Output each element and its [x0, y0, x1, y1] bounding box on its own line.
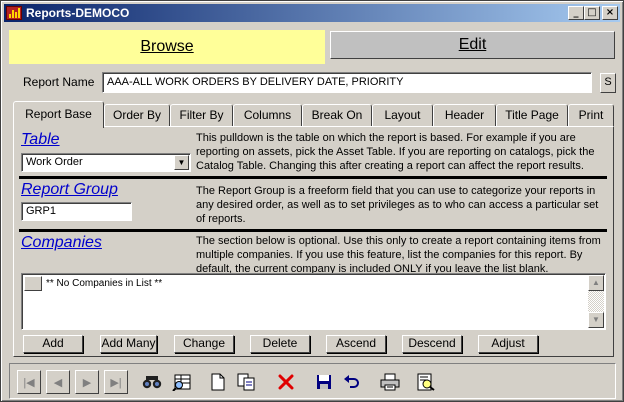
tab-filter-by[interactable]: Filter By [170, 104, 233, 127]
companies-list-scrollbar[interactable]: ▲ ▼ [588, 275, 604, 328]
find-icon[interactable] [140, 370, 164, 394]
query-icon[interactable] [170, 370, 194, 394]
first-record-icon[interactable]: |◀ [17, 370, 41, 394]
section-divider [19, 229, 607, 232]
tab-break-on[interactable]: Break On [302, 104, 372, 127]
app-icon [6, 6, 22, 20]
report-name-label: Report Name [23, 75, 95, 89]
report-group-input[interactable]: GRP1 [21, 202, 132, 221]
next-record-icon[interactable]: ▶ [75, 370, 99, 394]
tab-layout[interactable]: Layout [372, 104, 433, 127]
print-icon[interactable] [378, 370, 402, 394]
table-select[interactable]: Work Order ▼ [21, 153, 191, 172]
report-window: Reports-DEMOCO _ □ × Browse Edit Report … [0, 0, 624, 402]
save-icon[interactable] [312, 370, 336, 394]
previous-record-icon[interactable]: ◀ [46, 370, 70, 394]
table-select-value: Work Order [26, 156, 83, 168]
list-item[interactable]: ** No Companies in List ** [24, 276, 162, 291]
undo-icon[interactable] [340, 370, 364, 394]
row-selector[interactable] [24, 276, 42, 291]
new-icon[interactable] [206, 370, 230, 394]
list-item-label: ** No Companies in List ** [46, 278, 163, 289]
delete-icon[interactable] [274, 370, 298, 394]
report-name-s-button[interactable]: S [600, 73, 616, 93]
companies-description: The section below is optional. Use this … [196, 235, 601, 275]
add-many-button[interactable]: Add Many [100, 335, 157, 353]
chevron-down-icon[interactable]: ▼ [174, 155, 189, 170]
edit-mode-tab[interactable]: Edit [330, 31, 615, 59]
add-button[interactable]: Add [23, 335, 83, 353]
bottom-toolbar: |◀ ◀ ▶ ▶| [9, 363, 616, 399]
tab-header[interactable]: Header [433, 104, 496, 127]
last-record-icon[interactable]: ▶| [104, 370, 128, 394]
report-group-section-title[interactable]: Report Group [21, 181, 118, 199]
close-button[interactable]: × [602, 6, 618, 20]
descend-button[interactable]: Descend [402, 335, 462, 353]
window-title: Reports-DEMOCO [26, 6, 130, 20]
table-section-title[interactable]: Table [21, 131, 60, 149]
companies-list[interactable]: ** No Companies in List ** ▲ ▼ [21, 273, 606, 330]
delete-button[interactable]: Delete [250, 335, 310, 353]
tab-columns[interactable]: Columns [233, 104, 302, 127]
ascend-button[interactable]: Ascend [326, 335, 386, 353]
maximize-button[interactable]: □ [584, 6, 600, 20]
browse-mode-tab[interactable]: Browse [9, 30, 325, 64]
report-group-description: The Report Group is a freeform field tha… [196, 185, 599, 225]
tab-report-base[interactable]: Report Base [13, 101, 104, 128]
table-description: This pulldown is the table on which the … [196, 132, 595, 172]
scroll-up-icon[interactable]: ▲ [588, 275, 604, 291]
change-button[interactable]: Change [174, 335, 234, 353]
title-bar[interactable]: Reports-DEMOCO _ □ × [4, 4, 620, 22]
minimize-button[interactable]: _ [568, 6, 584, 20]
copy-icon[interactable] [234, 370, 258, 394]
tab-print[interactable]: Print [568, 104, 614, 127]
report-name-input[interactable]: AAA-ALL WORK ORDERS BY DELIVERY DATE, PR… [102, 72, 592, 93]
adjust-button[interactable]: Adjust [478, 335, 538, 353]
companies-section-title[interactable]: Companies [21, 234, 102, 252]
tab-order-by[interactable]: Order By [104, 104, 170, 127]
print-preview-icon[interactable] [414, 370, 438, 394]
tab-title-page[interactable]: Title Page [496, 104, 568, 127]
section-divider [19, 176, 607, 179]
scroll-down-icon[interactable]: ▼ [588, 312, 604, 328]
